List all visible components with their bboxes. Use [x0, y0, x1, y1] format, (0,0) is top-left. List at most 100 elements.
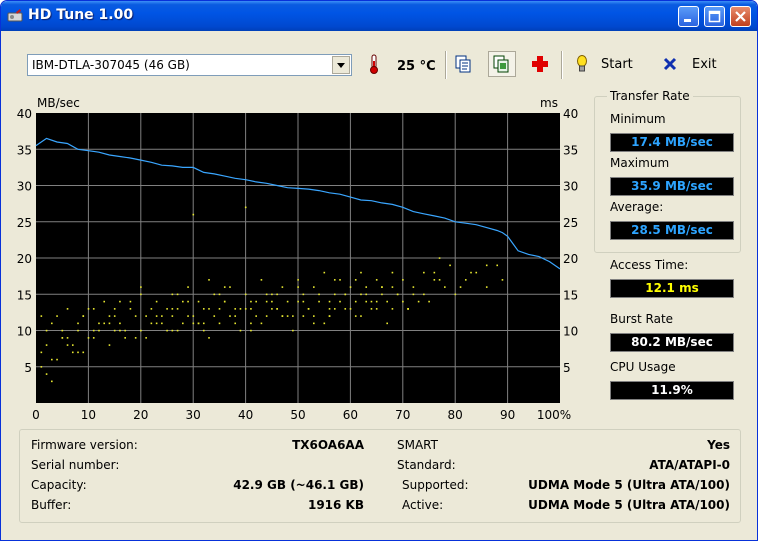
access-time-point	[328, 315, 331, 317]
x-tick-label: 30	[186, 408, 201, 421]
access-time-point	[370, 308, 373, 310]
copy-icon[interactable]	[452, 53, 474, 75]
y-tick-label-right: 30	[563, 180, 578, 194]
access-time-point	[171, 329, 174, 332]
access-time-point	[197, 300, 200, 303]
access-time-point	[171, 308, 174, 310]
access-time-point	[134, 315, 137, 317]
minimize-button[interactable]	[678, 6, 699, 27]
access-time-point	[433, 279, 436, 281]
access-time-point	[297, 279, 299, 281]
maximize-icon	[708, 10, 721, 23]
access-time-point	[318, 293, 320, 296]
access-time-point	[475, 271, 478, 274]
cpu-usage-label: CPU Usage	[610, 360, 676, 374]
access-time-point	[51, 380, 53, 383]
x-tick-label: 40	[238, 408, 253, 421]
close-icon	[735, 11, 746, 22]
access-time-point	[187, 315, 189, 317]
y-tick-label-left: 30	[17, 180, 32, 194]
access-time-point	[313, 315, 315, 317]
access-time-point	[349, 286, 352, 288]
access-time-point	[250, 329, 252, 332]
health-icon[interactable]	[529, 53, 551, 75]
access-time-point	[234, 315, 237, 317]
access-time-point	[129, 308, 132, 310]
access-time-point	[402, 300, 404, 303]
access-time-point	[391, 308, 394, 310]
close-button[interactable]	[730, 6, 751, 27]
access-time-point	[323, 271, 326, 274]
minimum-value: 17.4 MB/sec	[610, 133, 734, 152]
smart-value: Yes	[707, 438, 730, 452]
access-time-point	[197, 322, 200, 325]
exit-icon	[663, 57, 677, 71]
access-time-point	[140, 286, 142, 288]
access-time-point	[370, 300, 373, 303]
y-tick-label-left: 35	[17, 143, 32, 157]
y-tick-label-right: 25	[563, 216, 578, 230]
access-time-point	[496, 264, 499, 267]
access-time-point	[208, 337, 210, 339]
access-time-point	[375, 308, 378, 310]
copy-screenshot-button[interactable]	[488, 51, 516, 77]
average-label: Average:	[610, 200, 664, 214]
access-time-point	[260, 322, 263, 325]
access-time-point	[302, 293, 305, 296]
access-time-point	[77, 329, 79, 332]
access-time-point	[412, 293, 415, 296]
access-time-point	[108, 322, 111, 325]
start-button[interactable]: Start	[601, 57, 633, 72]
y-tick-label-right: 40	[563, 107, 578, 121]
access-time-point	[244, 206, 247, 209]
standard-label: Standard:	[397, 458, 456, 472]
access-time-point	[292, 329, 294, 332]
access-time-point	[61, 329, 64, 332]
chevron-down-icon[interactable]	[332, 56, 350, 74]
access-time-point	[51, 322, 53, 325]
access-time-point	[276, 308, 278, 310]
access-time-point	[297, 300, 299, 303]
drive-select[interactable]: IBM-DTLA-307045 (46 GB)	[27, 54, 352, 76]
access-time-point	[344, 308, 347, 310]
toolbar-separator	[561, 51, 563, 79]
access-time-point	[45, 329, 48, 332]
access-time-point	[108, 344, 111, 346]
access-time-point	[313, 322, 315, 325]
copy-screenshot-icon	[493, 55, 509, 73]
exit-button[interactable]: Exit	[692, 57, 717, 72]
access-time-point	[438, 279, 441, 281]
toolbar-separator	[445, 51, 447, 79]
transfer-rate-title: Transfer Rate	[607, 89, 693, 103]
buffer-value: 1916 KB	[307, 498, 364, 512]
active-value: UDMA Mode 5 (Ultra ATA/100)	[528, 498, 730, 512]
access-time-point	[265, 293, 268, 296]
supported-value: UDMA Mode 5 (Ultra ATA/100)	[528, 478, 730, 492]
access-time-point	[360, 293, 362, 296]
access-time-point	[323, 322, 326, 325]
access-time-point	[391, 286, 394, 288]
maximum-label: Maximum	[610, 156, 670, 170]
access-time-point	[218, 322, 221, 325]
access-time-point	[82, 351, 85, 354]
access-time-point	[354, 315, 357, 317]
title-bar[interactable]: HD Tune 1.00	[1, 1, 757, 31]
access-time-point	[250, 300, 252, 303]
access-time-point	[229, 286, 231, 288]
capacity-label: Capacity:	[31, 478, 87, 492]
access-time-point	[124, 337, 126, 339]
x-tick-label: 60	[343, 408, 358, 421]
access-time-point	[407, 308, 409, 310]
access-time-point	[192, 322, 195, 325]
access-time-label: Access Time:	[610, 258, 689, 272]
x-tick-label: 70	[395, 408, 410, 421]
access-time-point	[297, 286, 299, 288]
y-tick-label-left: 5	[24, 361, 32, 375]
access-time-point	[265, 300, 268, 303]
x-tick-label: 90	[500, 408, 515, 421]
maximize-button[interactable]	[704, 6, 725, 27]
access-time-point	[61, 337, 64, 339]
access-time-point	[365, 300, 368, 303]
access-time-point	[176, 308, 179, 310]
y-tick-label-left: 40	[17, 107, 32, 121]
